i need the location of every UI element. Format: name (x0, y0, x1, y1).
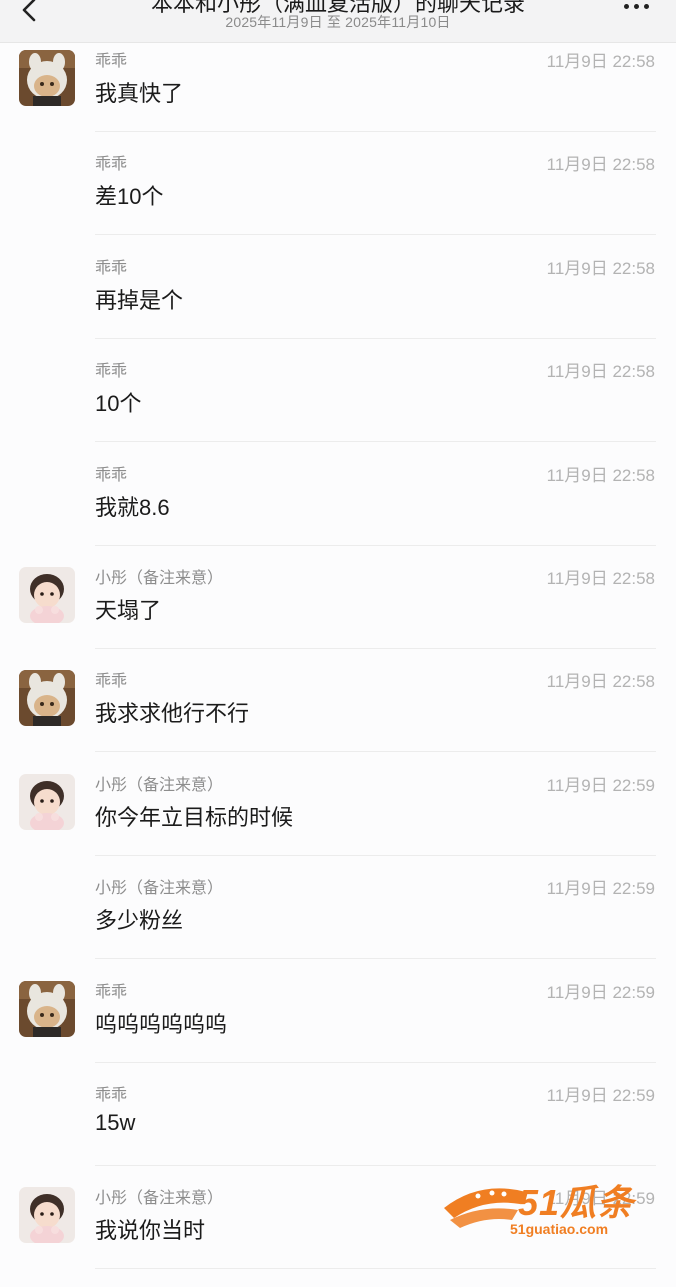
sender-name: 小彤（备注来意） (95, 776, 224, 794)
chat-message[interactable]: 乖乖 11月9日 22:58 我真快了 (0, 46, 676, 149)
divider (95, 1165, 656, 1166)
divider (95, 958, 656, 960)
message-text: 你今年立目标的时候 (95, 804, 294, 830)
divider (95, 854, 656, 856)
sender-name: 乖乖 (95, 363, 128, 381)
message-text: 我说你当时 (95, 1218, 206, 1244)
chat-message[interactable]: 乖乖 11月9日 22:58 差10个 (0, 149, 676, 252)
divider (95, 648, 656, 649)
message-text: 我就8.6 (95, 494, 170, 520)
chat-message[interactable]: 小彤（备注来意） 11月9日 22:58 天塌了 (0, 563, 676, 666)
sender-name: 小彤（备注来意） (95, 880, 224, 898)
message-text: 呜呜呜呜呜呜 (95, 1011, 228, 1037)
avatar[interactable] (19, 980, 75, 1037)
message-timestamp: 11月9日 22:58 (546, 465, 655, 485)
divider (95, 441, 656, 443)
message-text: 10个 (95, 391, 142, 417)
avatar[interactable] (19, 670, 75, 727)
message-text: 我真快了 (95, 81, 184, 106)
divider (95, 751, 656, 753)
message-timestamp: 11月9日 22:59 (546, 879, 655, 899)
message-text: 再掉是个 (95, 287, 184, 313)
avatar[interactable] (19, 1187, 75, 1244)
chat-message[interactable]: 乖乖 11月9日 22:59 呜呜呜呜呜呜 (0, 977, 676, 1080)
watermark-url: 51guatiao.com (510, 1221, 609, 1237)
message-text: 我求求他行不行 (95, 701, 250, 727)
chat-message[interactable]: 乖乖 11月9日 22:58 我就8.6 (0, 460, 676, 563)
sender-name: 小彤（备注来意） (95, 1190, 224, 1208)
date-range: 2025年11月9日 至 2025年11月10日 (225, 14, 451, 30)
watermark-logo: 51瓜条 51guatiao.com (440, 1172, 660, 1242)
sender-name: 乖乖 (95, 1087, 128, 1104)
sender-name: 乖乖 (95, 156, 128, 174)
divider (95, 1268, 656, 1270)
divider (95, 1061, 656, 1063)
message-timestamp: 11月9日 22:58 (546, 362, 655, 382)
divider (95, 234, 656, 236)
divider (95, 544, 656, 546)
sender-name: 乖乖 (95, 466, 128, 484)
chat-history-header: 本本和小彤（满血复活版）的聊天记录 2025年11月9日 至 2025年11月1… (0, 0, 676, 43)
avatar[interactable] (19, 50, 75, 106)
message-timestamp: 11月9日 22:59 (546, 982, 655, 1002)
chat-message[interactable]: 小彤（备注来意） 11月9日 22:59 多少粉丝 (0, 873, 676, 976)
divider (95, 337, 656, 339)
message-timestamp: 11月9日 22:58 (546, 569, 655, 588)
message-text: 多少粉丝 (95, 908, 184, 934)
sender-name: 小彤（备注来意） (95, 570, 224, 587)
avatar[interactable] (19, 773, 75, 830)
divider (95, 131, 656, 132)
message-timestamp: 11月9日 22:59 (546, 1086, 655, 1105)
sender-name: 乖乖 (95, 983, 128, 1001)
message-timestamp: 11月9日 22:58 (546, 155, 655, 175)
message-timestamp: 11月9日 22:58 (546, 52, 655, 71)
chat-message[interactable]: 乖乖 11月9日 22:59 15w (0, 1080, 676, 1183)
chat-message[interactable]: 乖乖 11月9日 22:58 10个 (0, 356, 676, 459)
message-timestamp: 11月9日 22:59 (546, 775, 655, 795)
message-text: 差10个 (95, 184, 164, 210)
message-text: 天塌了 (95, 598, 162, 623)
sender-name: 乖乖 (95, 53, 128, 70)
chat-message[interactable]: 乖乖 11月9日 22:58 再掉是个 (0, 253, 676, 356)
watermark-brand: 51瓜条 (518, 1182, 635, 1223)
more-options-button[interactable] (620, 0, 656, 26)
message-timestamp: 11月9日 22:58 (546, 672, 655, 692)
message-text: 15w (95, 1110, 136, 1135)
chat-message[interactable]: 乖乖 11月9日 22:58 我求求他行不行 (0, 666, 676, 769)
sender-name: 乖乖 (95, 673, 128, 691)
avatar[interactable] (19, 567, 75, 623)
chat-message[interactable]: 小彤（备注来意） 11月9日 22:59 你今年立目标的时候 (0, 770, 676, 873)
sender-name: 乖乖 (95, 259, 128, 277)
message-timestamp: 11月9日 22:58 (546, 258, 655, 278)
